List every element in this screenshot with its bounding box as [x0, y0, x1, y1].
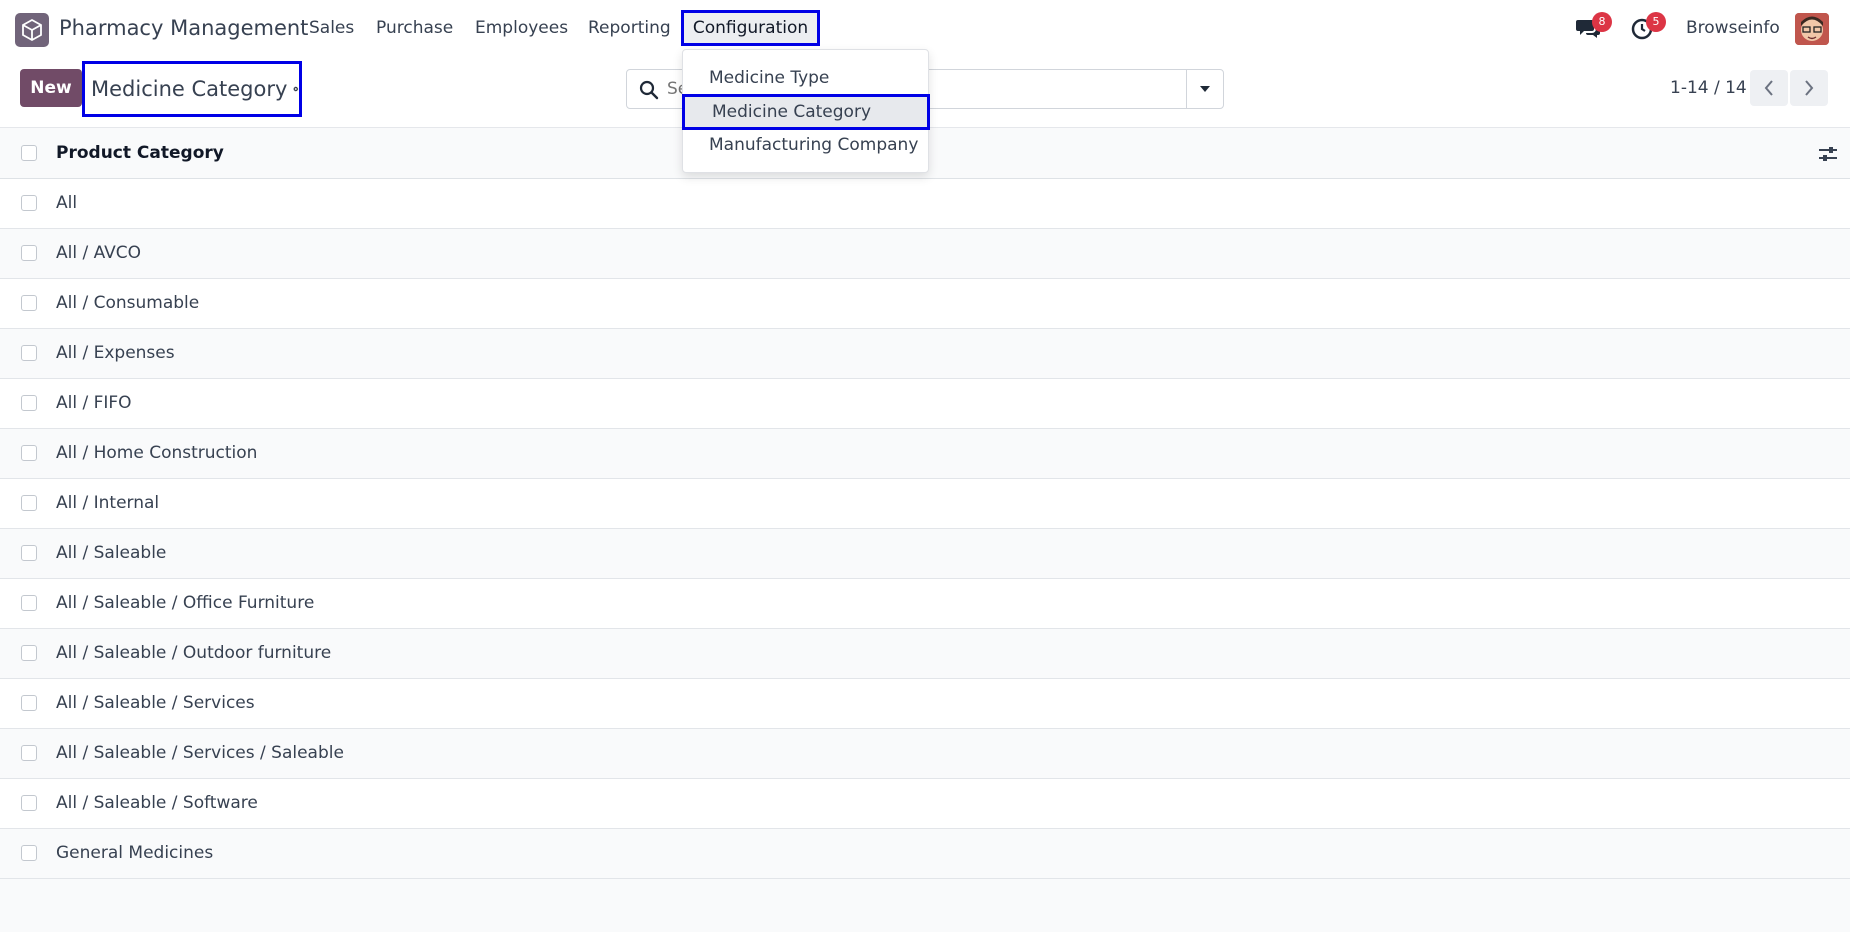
breadcrumb: Medicine Category — [82, 61, 302, 117]
row-category-name: All / Internal — [56, 493, 160, 513]
row-checkbox[interactable] — [21, 295, 37, 311]
row-category-name: All / Home Construction — [56, 443, 258, 463]
select-all-checkbox[interactable] — [21, 145, 37, 161]
menu-purchase[interactable]: Purchase — [376, 18, 453, 38]
chevron-right-icon — [1805, 80, 1814, 96]
optional-columns-icon[interactable] — [1818, 144, 1838, 164]
dropdown-item-medicine-category[interactable]: Medicine Category — [682, 94, 930, 130]
gear-icon[interactable] — [293, 81, 299, 97]
row-category-name: All / Consumable — [56, 293, 200, 313]
row-checkbox[interactable] — [21, 645, 37, 661]
messages-badge: 8 — [1592, 12, 1612, 32]
table-row[interactable]: All / Saleable / Outdoor furniture — [0, 629, 1850, 679]
row-category-name: All / Saleable / Software — [56, 793, 258, 813]
app-name[interactable]: Pharmacy Management — [59, 16, 308, 40]
pager-next-button[interactable] — [1790, 70, 1828, 106]
row-category-name: All / Saleable / Office Furniture — [56, 593, 315, 613]
row-checkbox[interactable] — [21, 595, 37, 611]
table-row[interactable]: All / Saleable / Services / Saleable — [0, 729, 1850, 779]
row-checkbox[interactable] — [21, 695, 37, 711]
table-row[interactable]: All / Expenses — [0, 329, 1850, 379]
row-checkbox[interactable] — [21, 495, 37, 511]
row-checkbox[interactable] — [21, 845, 37, 861]
category-list: Product Category All All / AVCO All / Co… — [0, 128, 1850, 879]
row-checkbox[interactable] — [21, 545, 37, 561]
row-checkbox[interactable] — [21, 745, 37, 761]
menu-configuration[interactable]: Configuration — [681, 10, 820, 46]
row-category-name: All / AVCO — [56, 243, 142, 263]
app-logo-icon[interactable] — [15, 13, 49, 47]
configuration-dropdown: Medicine Type Medicine Category Manufact… — [682, 49, 930, 173]
row-category-name: General Medicines — [56, 843, 214, 863]
pager-value[interactable]: 1-14 / 14 — [1670, 78, 1747, 98]
user-avatar[interactable] — [1795, 13, 1829, 45]
pager-previous-button[interactable] — [1750, 70, 1788, 106]
column-header-product-category[interactable]: Product Category — [56, 143, 224, 163]
table-row[interactable]: All / Saleable / Software — [0, 779, 1850, 829]
table-row[interactable]: All / Home Construction — [0, 429, 1850, 479]
row-checkbox[interactable] — [21, 395, 37, 411]
row-checkbox[interactable] — [21, 195, 37, 211]
table-row[interactable]: All / Saleable — [0, 529, 1850, 579]
dropdown-item-manufacturing-company[interactable]: Manufacturing Company — [683, 128, 930, 162]
table-row[interactable]: All / FIFO — [0, 379, 1850, 429]
table-row[interactable]: All / AVCO — [0, 229, 1850, 279]
caret-down-icon — [1200, 86, 1210, 92]
table-row[interactable]: All / Saleable / Services — [0, 679, 1850, 729]
row-category-name: All / Expenses — [56, 343, 175, 363]
table-row[interactable]: All / Consumable — [0, 279, 1850, 329]
table-row[interactable]: All — [0, 179, 1850, 229]
company-name[interactable]: Browseinfo — [1686, 18, 1780, 38]
row-checkbox[interactable] — [21, 345, 37, 361]
row-category-name: All / Saleable / Services — [56, 693, 255, 713]
table-row[interactable]: All / Internal — [0, 479, 1850, 529]
search-icon — [639, 80, 659, 100]
activities-badge: 5 — [1646, 12, 1666, 32]
menu-sales[interactable]: Sales — [309, 18, 354, 38]
row-category-name: All / Saleable / Services / Saleable — [56, 743, 344, 763]
menu-reporting[interactable]: Reporting — [588, 18, 671, 38]
row-checkbox[interactable] — [21, 245, 37, 261]
list-body: All All / AVCO All / Consumable All / Ex… — [0, 179, 1850, 879]
new-button[interactable]: New — [20, 69, 82, 107]
row-category-name: All — [56, 193, 78, 213]
row-checkbox[interactable] — [21, 445, 37, 461]
row-category-name: All / Saleable / Outdoor furniture — [56, 643, 332, 663]
row-category-name: All / FIFO — [56, 393, 132, 413]
row-category-name: All / Saleable — [56, 543, 167, 563]
dropdown-item-medicine-type[interactable]: Medicine Type — [683, 61, 930, 95]
table-row[interactable]: General Medicines — [0, 829, 1850, 879]
page-title: Medicine Category — [91, 77, 288, 101]
search-options-toggle[interactable] — [1186, 70, 1223, 108]
row-checkbox[interactable] — [21, 795, 37, 811]
menu-employees[interactable]: Employees — [475, 18, 568, 38]
chevron-left-icon — [1764, 80, 1773, 96]
table-row[interactable]: All / Saleable / Office Furniture — [0, 579, 1850, 629]
